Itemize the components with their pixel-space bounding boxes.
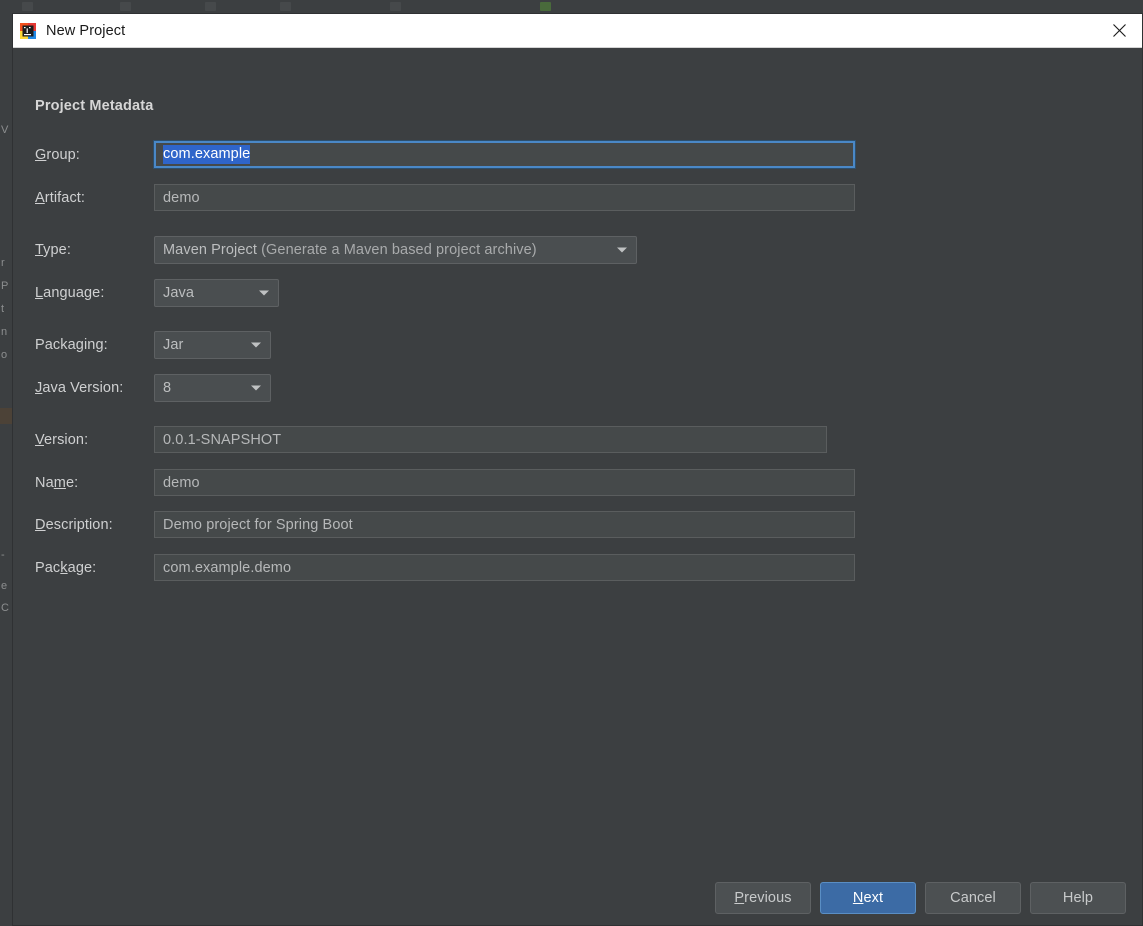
field-label-language: Language: [35, 285, 105, 301]
chevron-down-icon [251, 342, 261, 348]
chevron-down-icon [251, 385, 261, 391]
form-row-name: Name: demo [13, 469, 1142, 497]
left-ghost-char: e [1, 580, 8, 592]
chevron-down-icon [617, 247, 627, 253]
intellij-idea-icon [20, 22, 36, 39]
form-row-language: Language: Java [13, 279, 1142, 307]
help-button[interactable]: Help [1030, 882, 1126, 914]
group-input-value: com.example [163, 145, 251, 164]
version-input-value: 0.0.1-SNAPSHOT [163, 431, 282, 448]
java-version-combo[interactable]: 8 [154, 374, 271, 402]
form-row-group: Group: com.example [13, 140, 1142, 169]
left-ghost-char: o [1, 349, 8, 361]
previous-button[interactable]: Previous [715, 882, 811, 914]
field-label-java-version: Java Version: [35, 380, 124, 396]
description-input[interactable]: Demo project for Spring Boot [154, 511, 855, 538]
field-label-type: Type: [35, 242, 71, 258]
new-project-dialog: New Project Project Metadata Group: com.… [12, 13, 1143, 926]
dialog-titlebar: New Project [13, 14, 1142, 48]
close-icon[interactable] [1096, 14, 1142, 47]
type-combo-detail: (Generate a Maven based project archive) [261, 242, 537, 258]
artifact-input[interactable]: demo [154, 184, 855, 211]
version-input[interactable]: 0.0.1-SNAPSHOT [154, 426, 827, 453]
toolbar-ghost-icon [120, 2, 131, 11]
packaging-combo-value: Jar [163, 337, 184, 353]
form-row-description: Description: Demo project for Spring Boo… [13, 511, 1142, 539]
left-ghost-char: n [1, 326, 8, 338]
language-combo[interactable]: Java [154, 279, 279, 307]
field-label-artifact: Artifact: [35, 190, 86, 206]
form-row-java-version: Java Version: 8 [13, 374, 1142, 402]
dialog-button-bar: Previous Next Cancel Help [715, 882, 1126, 914]
ide-left-edge-strip: V r P t n o - e C [0, 13, 12, 926]
left-ghost-char: r [1, 257, 5, 269]
left-ghost-char: - [1, 549, 5, 561]
packaging-combo[interactable]: Jar [154, 331, 271, 359]
left-ghost-char: t [1, 303, 5, 315]
form-row-artifact: Artifact: demo [13, 184, 1142, 212]
form-row-version: Version: 0.0.1-SNAPSHOT [13, 426, 1142, 454]
type-combo-value: Maven Project [163, 242, 257, 258]
left-ghost-char: C [1, 602, 9, 614]
form-row-type: Type: Maven Project (Generate a Maven ba… [13, 236, 1142, 264]
field-label-group: Group: [35, 147, 80, 163]
field-label-packaging: Packaging: [35, 337, 108, 353]
chevron-down-icon [259, 290, 269, 296]
form-row-packaging: Packaging: Jar [13, 331, 1142, 359]
next-button[interactable]: Next [820, 882, 916, 914]
field-label-version: Version: [35, 432, 89, 448]
toolbar-ghost-icon [390, 2, 401, 11]
package-input[interactable]: com.example.demo [154, 554, 855, 581]
type-combo[interactable]: Maven Project (Generate a Maven based pr… [154, 236, 637, 264]
section-heading-project-metadata: Project Metadata [35, 98, 154, 114]
toolbar-ghost-icon [205, 2, 216, 11]
language-combo-value: Java [163, 285, 195, 301]
toolbar-ghost-icon [280, 2, 291, 11]
field-label-package: Package: [35, 560, 97, 576]
left-ghost-char: V [1, 124, 9, 136]
field-label-description: Description: [35, 517, 113, 533]
form-row-package: Package: com.example.demo [13, 554, 1142, 582]
dialog-content: Project Metadata Group: com.example Arti… [13, 48, 1142, 925]
description-input-value: Demo project for Spring Boot [163, 516, 353, 533]
name-input[interactable]: demo [154, 469, 855, 496]
name-input-value: demo [163, 474, 200, 491]
dialog-title: New Project [46, 22, 126, 39]
ide-toolbar-strip [0, 0, 1143, 14]
left-ghost-highlight-band [0, 408, 12, 424]
left-ghost-char: P [1, 280, 9, 292]
package-input-value: com.example.demo [163, 559, 292, 576]
cancel-button[interactable]: Cancel [925, 882, 1021, 914]
artifact-input-value: demo [163, 189, 200, 206]
toolbar-ghost-icon [22, 2, 33, 11]
java-version-combo-value: 8 [163, 380, 172, 396]
toolbar-ghost-run-icon [540, 2, 551, 11]
field-label-name: Name: [35, 475, 79, 491]
group-input[interactable]: com.example [153, 140, 856, 169]
